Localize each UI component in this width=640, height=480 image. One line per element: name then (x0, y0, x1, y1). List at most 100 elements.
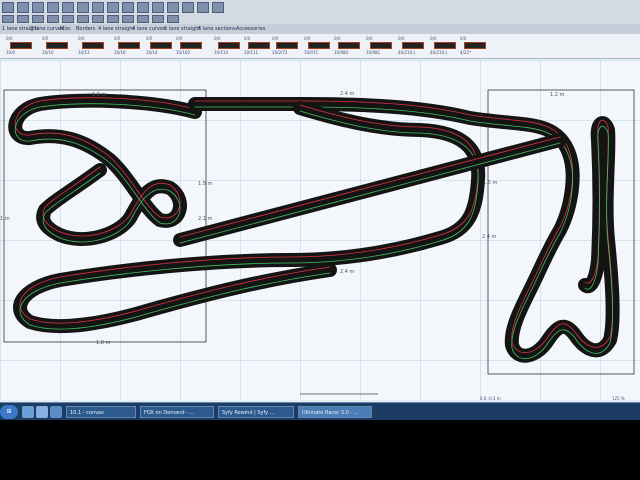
save-icon[interactable] (32, 2, 44, 13)
main-toolbar (0, 0, 640, 15)
taskbar-item-fox[interactable]: FOX on Demand - ... (140, 406, 214, 418)
track-piece[interactable]: 0/0 10/14 (146, 36, 174, 56)
track-piece[interactable]: 0/0 10/111 (244, 36, 272, 56)
dim-center-height: 2.1 m (198, 216, 213, 222)
new-icon[interactable] (2, 2, 14, 13)
group-icon[interactable] (62, 15, 74, 23)
piece-number: 40/21(L) (398, 50, 415, 55)
media-icon[interactable] (50, 406, 62, 418)
tab-6-lane-straight[interactable]: 6 lane straight (164, 25, 200, 33)
piece-number: 40/21(L) (430, 50, 447, 55)
piece-thumbnail (118, 42, 140, 49)
ungroup-icon[interactable] (77, 15, 89, 23)
track-piece[interactable]: 0/0 10/102 (176, 36, 204, 56)
track-piece[interactable]: 0/0 10/07C (304, 36, 332, 56)
piece-code: 0/0 (366, 36, 373, 41)
piece-code: 0/0 (304, 36, 311, 41)
piece-thumbnail (248, 42, 270, 49)
piece-thumbnail (308, 42, 330, 49)
lane-icon[interactable] (107, 15, 119, 23)
track-piece[interactable]: 0/0 40/21(L) (398, 36, 426, 56)
dim-left-height: 1.5 m (198, 181, 213, 187)
track-piece[interactable]: 0/0 10/10 (42, 36, 70, 56)
tab-6-lane-sections[interactable]: 6 lane sections (198, 25, 236, 33)
folder-icon[interactable] (36, 406, 48, 418)
piece-thumbnail (434, 42, 456, 49)
piece-number: 10/114 (214, 50, 229, 55)
piece-thumbnail (338, 42, 360, 49)
track-piece[interactable]: 0/0 10/16 (114, 36, 142, 56)
browser-icon[interactable] (22, 406, 34, 418)
track-piece[interactable]: 0/0 4/22* (460, 36, 488, 56)
piece-thumbnail (218, 42, 240, 49)
piece-thumbnail (370, 42, 392, 49)
tab-accessories[interactable]: Accessories (236, 25, 265, 33)
tab-4-lane-curves[interactable]: 4 lane curves (132, 25, 166, 33)
border-icon[interactable] (137, 15, 149, 23)
measure-icon[interactable] (182, 2, 194, 13)
piece-code: 0/0 (78, 36, 85, 41)
piece-thumbnail (180, 42, 202, 49)
zoom-out-icon[interactable] (152, 2, 164, 13)
piece-code: 0/0 (42, 36, 49, 41)
app-window: 1 lane straight 2 lane curves Misc Borde… (0, 0, 640, 420)
select-icon[interactable] (2, 15, 14, 23)
track-piece[interactable]: 0/0 10/114 (214, 36, 242, 56)
piece-code: 0/0 (214, 36, 221, 41)
view-icon[interactable] (167, 15, 179, 23)
piece-number: 4/22* (460, 50, 471, 55)
track-piece[interactable]: 0/0 10/13 (78, 36, 106, 56)
piece-thumbnail (150, 42, 172, 49)
cut-icon[interactable] (62, 2, 74, 13)
tab-misc[interactable]: Misc (60, 25, 71, 33)
dim-right-height: 1.5 m (483, 180, 498, 186)
print-icon[interactable] (47, 2, 59, 13)
track-canvas[interactable]: 2.4 m 1.2 m 1.8 m 1.5 m 2.1 m 2.4 m 1.5 … (0, 60, 640, 400)
track-piece[interactable]: 0/0 40/21(L) (430, 36, 458, 56)
piece-number: 10/0 (6, 50, 15, 55)
start-button[interactable]: ⊞ (0, 405, 18, 419)
tab-2-lane-curves[interactable]: 2 lane curves (30, 25, 64, 33)
settings-icon[interactable] (197, 2, 209, 13)
track-piece[interactable]: 0/0 10/08C (366, 36, 394, 56)
piece-code: 0/0 (176, 36, 183, 41)
track-layout-drawing[interactable]: 2.4 m 1.2 m 1.8 m 1.5 m 2.1 m 2.4 m 1.5 … (0, 60, 640, 400)
taskbar-item-syfy[interactable]: Syfy Rewind | Syfy ... (218, 406, 294, 418)
layer-icon[interactable] (152, 15, 164, 23)
rotate-icon[interactable] (17, 15, 29, 23)
track-piece[interactable]: 0/0 10/2/72 (272, 36, 300, 56)
align-icon[interactable] (92, 15, 104, 23)
open-icon[interactable] (17, 2, 29, 13)
piece-code: 0/0 (398, 36, 405, 41)
delete-icon[interactable] (47, 15, 59, 23)
piece-number: 10/16 (114, 50, 126, 55)
piece-code: 0/0 (334, 36, 341, 41)
dim-right-length: 1.2 m (550, 92, 565, 98)
piece-thumbnail (82, 42, 104, 49)
track-piece[interactable]: 0/0 10/0 (6, 36, 34, 56)
flip-icon[interactable] (32, 15, 44, 23)
dim-top-left: 1.8 m (92, 92, 107, 98)
zoom-level: 125 % (612, 396, 625, 401)
dim-left-edge: 1 m (0, 216, 10, 222)
track-icon[interactable] (122, 15, 134, 23)
taskbar-item-convex[interactable]: 10.1 - convex (66, 406, 136, 418)
piece-number: 10/08U (334, 50, 349, 55)
zoom-in-icon[interactable] (137, 2, 149, 13)
piece-code: 0/0 (6, 36, 13, 41)
piece-code: 0/0 (244, 36, 251, 41)
piece-number: 10/2/72 (272, 50, 288, 55)
help-icon[interactable] (212, 2, 224, 13)
undo-icon[interactable] (107, 2, 119, 13)
copy-icon[interactable] (77, 2, 89, 13)
piece-number: 10/102 (176, 50, 191, 55)
grid-icon[interactable] (167, 2, 179, 13)
piece-number: 10/13 (78, 50, 90, 55)
track-piece[interactable]: 0/0 10/08U (334, 36, 362, 56)
tab-4-lane-straight[interactable]: 4 lane straight (98, 25, 134, 33)
paste-icon[interactable] (92, 2, 104, 13)
tab-borders[interactable]: Borders (76, 25, 95, 33)
redo-icon[interactable] (122, 2, 134, 13)
taskbar-item-ultimate-racer[interactable]: Ultimate Racer 3.0 - ... (298, 406, 372, 418)
cursor-coordinates: 0.0 -0.3 m (480, 396, 501, 401)
